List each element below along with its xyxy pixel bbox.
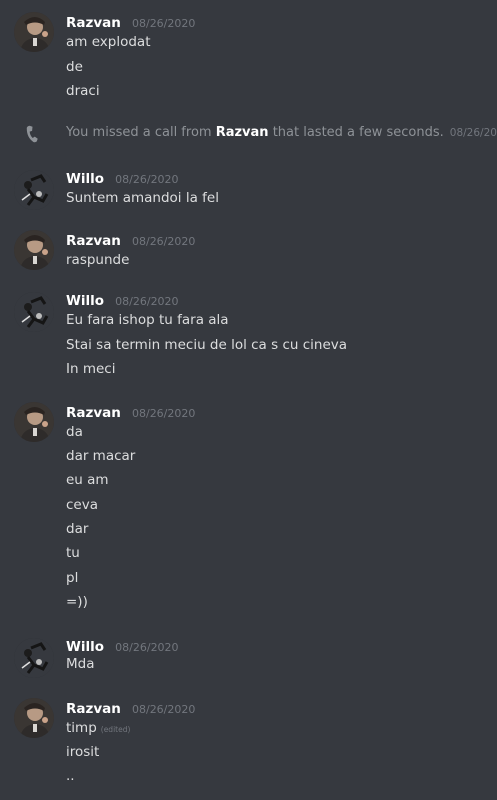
avatar[interactable] — [14, 292, 54, 332]
message-timestamp: 08/26/2020 — [131, 407, 196, 420]
avatar[interactable] — [14, 230, 54, 270]
message-text: Stai sa termin meciu de lol ca s cu cine… — [66, 337, 348, 353]
message-text: Suntem amandoi la fel — [66, 190, 219, 206]
message-text: de — [66, 59, 83, 75]
avatar[interactable] — [14, 638, 54, 678]
message-timestamp: 08/26/2020 — [131, 17, 196, 30]
call-timestamp: 08/26/2020 — [449, 127, 497, 139]
message-text: dar macar — [66, 448, 136, 464]
message-text: dar — [66, 521, 89, 537]
message-text: Mda — [66, 656, 95, 672]
message-text: timp (edited) — [66, 718, 130, 738]
message-text: raspunde — [66, 252, 130, 268]
missed-call-notice: You missed a call from Razvan that laste… — [0, 122, 497, 144]
message-timestamp: 08/26/2020 — [115, 641, 179, 654]
message-text-content: timp — [66, 720, 97, 736]
author-name[interactable]: Razvan — [66, 701, 121, 717]
message-text: irosit — [66, 744, 100, 760]
message-timestamp: 08/26/2020 — [131, 235, 196, 248]
author-name[interactable]: Willo — [66, 293, 104, 309]
message-text: Eu fara ishop tu fara ala — [66, 312, 229, 328]
edited-label: (edited) — [100, 725, 131, 734]
message-timestamp: 08/26/2020 — [131, 703, 196, 716]
message-text: eu am — [66, 472, 109, 488]
avatar[interactable] — [14, 402, 54, 442]
author-name[interactable]: Willo — [66, 639, 104, 655]
message-text: ceva — [66, 497, 98, 513]
message-text: .. — [66, 768, 75, 784]
author-name[interactable]: Razvan — [66, 233, 121, 249]
message-text: da — [66, 424, 83, 440]
phone-icon — [26, 125, 38, 143]
avatar[interactable] — [14, 170, 54, 210]
message-text: draci — [66, 83, 100, 99]
message-text: =)) — [66, 594, 88, 610]
message-text: pl — [66, 570, 79, 586]
call-text-suffix: that lasted a few seconds. — [268, 125, 444, 140]
avatar[interactable] — [14, 698, 54, 738]
message-text: am explodat — [66, 34, 151, 50]
message-text: In meci — [66, 361, 116, 377]
avatar[interactable] — [14, 12, 54, 52]
message-timestamp: 08/26/2020 — [115, 295, 179, 308]
message-text: tu — [66, 545, 80, 561]
message-timestamp: 08/26/2020 — [115, 173, 179, 186]
caller-name[interactable]: Razvan — [216, 125, 269, 140]
author-name[interactable]: Willo — [66, 171, 104, 187]
author-name[interactable]: Razvan — [66, 405, 121, 421]
call-text-prefix: You missed a call from — [66, 125, 216, 140]
author-name[interactable]: Razvan — [66, 15, 121, 31]
